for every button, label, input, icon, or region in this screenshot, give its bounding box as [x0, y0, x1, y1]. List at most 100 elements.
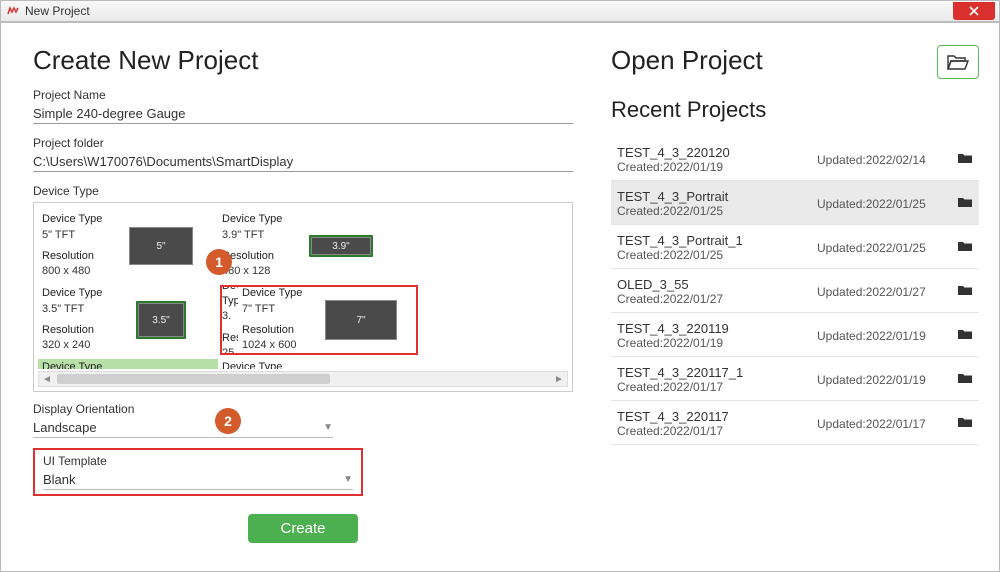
orientation-value: Landscape — [33, 420, 97, 435]
recent-updated: Updated:2022/01/17 — [817, 417, 957, 431]
open-heading: Open Project — [611, 45, 763, 76]
folder-icon — [957, 284, 973, 299]
device-type-lbl: Device Type — [42, 212, 122, 227]
project-name-input[interactable] — [33, 102, 573, 124]
folder-icon — [957, 240, 973, 255]
recent-project-item[interactable]: OLED_3_55Created:2022/01/27Updated:2022/… — [611, 269, 979, 313]
device-card[interactable]: Device Type7" TFT Resolution1024 x 6007" — [238, 285, 418, 355]
annotation-badge-1: 1 — [206, 249, 232, 275]
recent-name: TEST_4_3_Portrait_1 — [617, 233, 817, 248]
dialog: Create New Project Project Name Project … — [0, 22, 1000, 572]
device-thumb: 5" — [122, 223, 200, 269]
recent-updated: Updated:2022/01/25 — [817, 197, 957, 211]
recent-name: TEST_4_3_220117 — [617, 409, 817, 424]
device-res-lbl: Resolution — [242, 323, 322, 338]
recent-name: TEST_4_3_Portrait — [617, 189, 817, 204]
folder-icon — [957, 152, 973, 167]
orientation-label: Display Orientation — [33, 402, 573, 416]
device-card[interactable]: Device Type5" TFT Resolution800 x 480 5" — [38, 211, 218, 281]
scroll-thumb[interactable] — [57, 374, 330, 384]
ui-template-dropdown[interactable]: Blank ▼ — [43, 468, 353, 490]
recent-updated: Updated:2022/01/25 — [817, 241, 957, 255]
recent-updated: Updated:2022/02/14 — [817, 153, 957, 167]
device-card[interactable]: Device Type3.Resolution25 — [218, 285, 238, 355]
device-type-lbl: Device Type — [222, 360, 302, 369]
chevron-down-icon: ▼ — [323, 422, 333, 433]
device-res-lbl: Resolution — [222, 331, 238, 346]
close-button[interactable] — [953, 2, 995, 20]
recent-name: TEST_4_3_220117_1 — [617, 365, 817, 380]
device-type-lbl: Device Type — [42, 360, 122, 369]
project-folder-input[interactable] — [33, 150, 573, 172]
device-res-lbl: Resolution — [222, 249, 302, 264]
device-card[interactable]: Device Type3.9" TFT Resolution480 x 128 3.… — [218, 211, 398, 281]
device-type-val: 3.9" TFT — [222, 228, 302, 243]
device-type-lbl: Device Type — [42, 286, 122, 301]
recent-updated: Updated:2022/01/19 — [817, 329, 957, 343]
recent-name: TEST_4_3_220119 — [617, 321, 817, 336]
recent-created: Created:2022/01/27 — [617, 292, 817, 306]
recent-created: Created:2022/01/25 — [617, 204, 817, 218]
device-type-val: 5" TFT — [42, 228, 122, 243]
recent-created: Created:2022/01/19 — [617, 160, 817, 174]
recent-heading: Recent Projects — [611, 97, 979, 123]
recent-updated: Updated:2022/01/19 — [817, 373, 957, 387]
folder-icon — [957, 328, 973, 343]
recent-name: OLED_3_55 — [617, 277, 817, 292]
device-thumb: 3.5" — [122, 297, 200, 343]
device-type-val: 7" TFT — [242, 302, 322, 317]
ui-template-value: Blank — [43, 472, 76, 487]
open-project-pane: Open Project Recent Projects TEST_4_3_22… — [591, 23, 999, 571]
device-type-picker: Device Type5" TFTResolution800 x 4805"De… — [33, 202, 573, 392]
device-res-val: 480 x 128 — [222, 264, 302, 279]
chevron-down-icon: ▼ — [343, 474, 353, 485]
device-thumb: 3.9" — [302, 223, 380, 269]
window-title: New Project — [25, 4, 90, 18]
annotation-badge-2: 2 — [215, 408, 241, 434]
recent-project-item[interactable]: TEST_4_3_PortraitCreated:2022/01/25Updat… — [611, 181, 979, 225]
recent-name: TEST_4_3_220120 — [617, 145, 817, 160]
recent-project-item[interactable]: TEST_4_3_220117Created:2022/01/17Updated… — [611, 401, 979, 445]
device-type-lbl: Device Type — [242, 286, 322, 301]
recent-project-item[interactable]: TEST_4_3_220119Created:2022/01/19Updated… — [611, 313, 979, 357]
scroll-left-icon[interactable]: ◄ — [39, 372, 55, 386]
screen-icon: 7" — [325, 300, 397, 340]
device-res-val: 25 — [222, 346, 238, 355]
create-project-pane: Create New Project Project Name Project … — [1, 23, 591, 571]
device-thumb: 7" — [322, 297, 400, 343]
recent-projects-list: TEST_4_3_220120Created:2022/01/19Updated… — [611, 137, 979, 445]
folder-icon — [957, 416, 973, 431]
device-type-label: Device Type — [33, 184, 573, 198]
device-res-val: 800 x 480 — [42, 264, 122, 279]
folder-open-icon — [947, 53, 969, 71]
folder-icon — [957, 372, 973, 387]
create-heading: Create New Project — [33, 45, 573, 76]
device-card[interactable]: Device Type4.3" TFTResolution480 x 2724.… — [38, 359, 218, 369]
recent-created: Created:2022/01/25 — [617, 248, 817, 262]
recent-created: Created:2022/01/19 — [617, 336, 817, 350]
device-card[interactable]: Device Type3.5" TFTResolution320 x 2403.… — [38, 285, 218, 355]
project-folder-label: Project folder — [33, 136, 573, 150]
pcb-icon: 3.9" — [309, 235, 373, 257]
device-type-val: 3.5" TFT — [42, 302, 122, 317]
ui-template-label: UI Template — [43, 454, 353, 468]
scroll-right-icon[interactable]: ► — [551, 372, 567, 386]
open-folder-button[interactable] — [937, 45, 979, 79]
recent-project-item[interactable]: TEST_4_3_220117_1Created:2022/01/17Updat… — [611, 357, 979, 401]
create-button[interactable]: Create — [248, 514, 357, 543]
titlebar: New Project — [0, 0, 1000, 22]
device-card[interactable]: Device Type10.1" TFTResolution1024 x 600… — [218, 359, 398, 369]
pcb-icon: 3.5" — [136, 301, 186, 339]
project-name-label: Project Name — [33, 88, 573, 102]
scroll-track[interactable] — [55, 372, 551, 386]
device-scrollbar[interactable]: ◄ ► — [38, 371, 568, 387]
recent-created: Created:2022/01/17 — [617, 424, 817, 438]
device-type-lbl: Device Type — [222, 212, 302, 227]
recent-project-item[interactable]: TEST_4_3_Portrait_1Created:2022/01/25Upd… — [611, 225, 979, 269]
screen-icon: 5" — [129, 227, 193, 265]
device-res-val: 1024 x 600 — [242, 338, 322, 353]
recent-project-item[interactable]: TEST_4_3_220120Created:2022/01/19Updated… — [611, 137, 979, 181]
recent-updated: Updated:2022/01/27 — [817, 285, 957, 299]
orientation-dropdown[interactable]: Landscape ▼ — [33, 416, 333, 438]
device-res-lbl: Resolution — [42, 249, 122, 264]
